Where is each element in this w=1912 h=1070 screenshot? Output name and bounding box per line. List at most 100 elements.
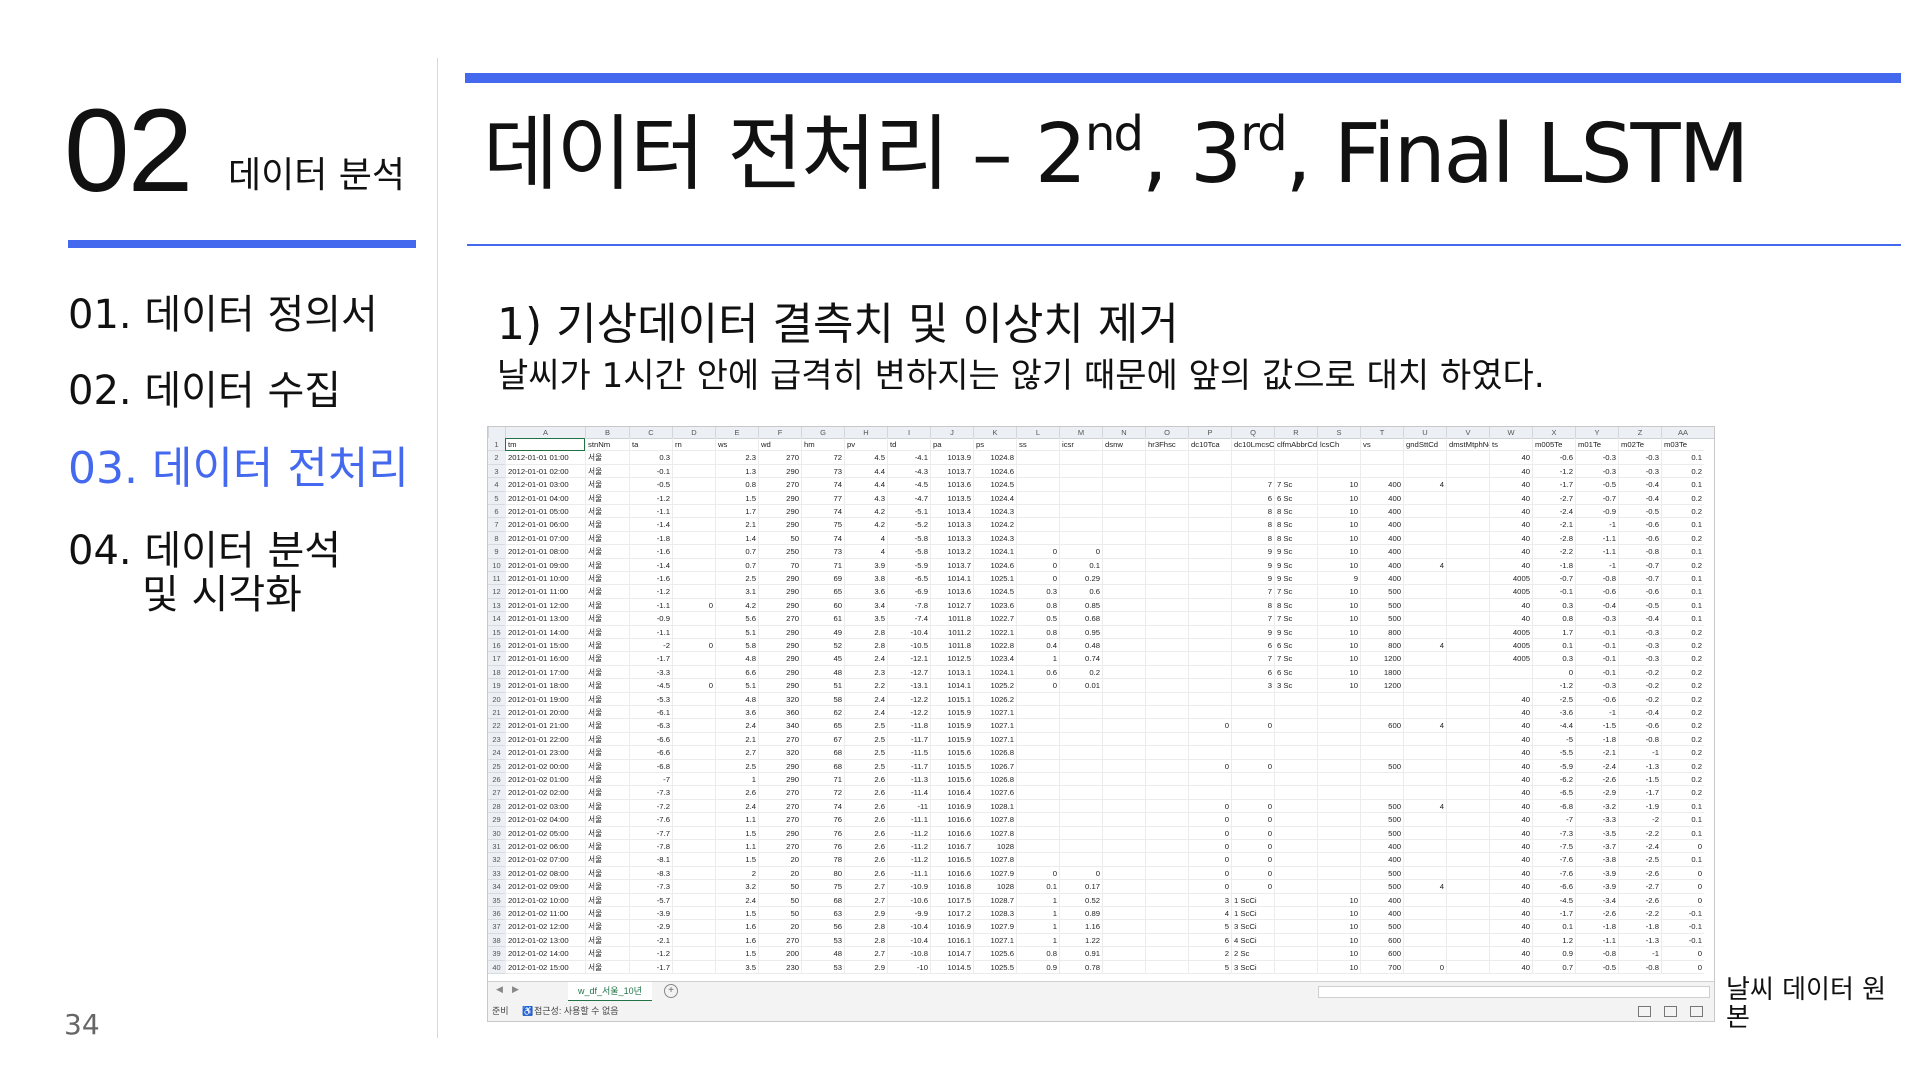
data-cell[interactable]: -0.7 [1575,491,1618,505]
data-cell[interactable]: 1016.1 [930,933,973,948]
data-cell[interactable]: -0.1 [1575,652,1618,666]
data-cell[interactable]: 0.3 [629,451,672,465]
data-cell[interactable]: 8 Sc [1274,505,1317,519]
data-cell[interactable]: -10.8 [887,947,930,961]
data-cell[interactable]: 2.7 [844,893,887,907]
data-cell[interactable]: 230 [758,960,801,974]
data-cell[interactable] [1317,464,1360,479]
data-cell[interactable]: 1027.6 [973,786,1016,800]
data-cell[interactable]: 10 [1317,491,1360,505]
nav-item-collection[interactable]: 02. 데이터 수집 [68,368,341,414]
data-cell[interactable]: 2.9 [844,960,887,974]
data-cell[interactable] [1317,813,1360,827]
data-cell[interactable]: -7 [629,773,672,787]
data-cell[interactable] [1403,746,1446,760]
data-cell[interactable]: 8 Sc [1274,531,1317,546]
column-header-u[interactable]: U [1403,427,1446,438]
data-cell[interactable] [1102,679,1145,693]
data-cell[interactable]: 3.6 [715,706,758,720]
data-cell[interactable] [1102,840,1145,854]
data-cell[interactable]: -0.6 [1532,451,1575,465]
data-cell[interactable]: 40 [1489,746,1532,760]
data-cell[interactable]: 0 [1231,813,1274,827]
data-cell[interactable]: 1013.2 [930,545,973,559]
data-cell[interactable]: 1013.6 [930,478,973,492]
data-cell[interactable]: 4.2 [844,505,887,519]
data-cell[interactable] [1145,813,1188,827]
data-cell[interactable]: 4 [1403,558,1446,572]
data-cell[interactable] [1446,451,1489,465]
data-cell[interactable]: -4.3 [887,464,930,479]
data-cell[interactable]: 2 Sc [1231,947,1274,961]
column-header-q[interactable]: Q [1231,427,1274,438]
data-cell[interactable]: 800 [1360,639,1403,653]
data-cell[interactable] [1102,665,1145,680]
data-cell[interactable]: 2012-01-02 02:00 [505,786,585,800]
data-cell[interactable] [672,706,715,720]
data-cell[interactable] [1188,451,1231,465]
data-cell[interactable]: 2012-01-02 10:00 [505,893,585,907]
data-cell[interactable]: 1011.2 [930,625,973,639]
data-cell[interactable] [1016,786,1059,800]
data-cell[interactable]: 2012-01-02 01:00 [505,773,585,787]
data-cell[interactable] [1274,840,1317,854]
data-cell[interactable]: 1015.6 [930,746,973,760]
data-cell[interactable]: 76 [801,840,844,854]
data-cell[interactable]: -7.4 [887,612,930,626]
data-cell[interactable]: 1028 [973,880,1016,894]
data-cell[interactable]: 4.5 [844,451,887,465]
data-cell[interactable]: -5.9 [887,558,930,572]
data-cell[interactable]: 3.4 [844,598,887,613]
data-cell[interactable]: 290 [758,518,801,532]
data-cell[interactable] [1403,625,1446,639]
data-cell[interactable]: 53 [801,960,844,974]
row-header[interactable]: 9 [488,545,505,559]
data-cell[interactable]: 9 [1317,572,1360,586]
data-cell[interactable]: 10 [1317,558,1360,572]
data-cell[interactable]: -2.2 [1532,545,1575,559]
data-cell[interactable]: 2.8 [844,920,887,934]
data-cell[interactable]: 8 [1231,598,1274,613]
data-cell[interactable]: 5.8 [715,639,758,653]
data-cell[interactable] [1231,692,1274,706]
data-cell[interactable] [672,625,715,639]
data-cell[interactable] [1317,759,1360,773]
data-cell[interactable]: -0.3 [1575,612,1618,626]
data-cell[interactable]: 10 [1317,933,1360,948]
data-cell[interactable]: -0.8 [1575,947,1618,961]
data-cell[interactable]: 40 [1489,826,1532,840]
data-cell[interactable]: -10.4 [887,933,930,948]
data-cell[interactable]: 0 [1059,866,1102,881]
data-cell[interactable]: 서울 [585,558,629,572]
data-cell[interactable]: -0.6 [1618,585,1661,599]
data-cell[interactable]: -0.8 [1618,732,1661,747]
data-cell[interactable]: -0.1 [1575,665,1618,680]
data-cell[interactable]: 75 [801,518,844,532]
data-cell[interactable]: 1016.7 [930,840,973,854]
column-header-z[interactable]: Z [1618,427,1661,438]
data-cell[interactable]: 0.2 [1661,732,1704,747]
data-cell[interactable]: 1014.1 [930,679,973,693]
add-sheet-icon[interactable]: + [664,984,678,998]
data-cell[interactable]: 0 [1016,679,1059,693]
data-cell[interactable]: -4.5 [1532,893,1575,907]
data-cell[interactable]: 1024.1 [973,545,1016,559]
data-cell[interactable] [1274,920,1317,934]
data-cell[interactable]: 2012-01-02 07:00 [505,853,585,867]
data-cell[interactable]: 0.1 [1661,612,1704,626]
data-cell[interactable]: -11.1 [887,866,930,881]
header-cell[interactable]: m03Te [1661,438,1704,452]
data-cell[interactable] [1403,907,1446,921]
data-cell[interactable] [672,746,715,760]
data-cell[interactable]: -7.3 [1532,826,1575,840]
data-cell[interactable] [1102,558,1145,572]
data-cell[interactable] [1059,732,1102,747]
data-cell[interactable]: 0.6 [1059,585,1102,599]
data-cell[interactable]: 290 [758,826,801,840]
data-cell[interactable]: 0.8 [1016,947,1059,961]
data-cell[interactable]: 2.1 [715,732,758,747]
data-cell[interactable] [1274,706,1317,720]
data-cell[interactable] [1274,907,1317,921]
data-cell[interactable]: 40 [1489,732,1532,747]
data-cell[interactable]: 0.2 [1661,639,1704,653]
